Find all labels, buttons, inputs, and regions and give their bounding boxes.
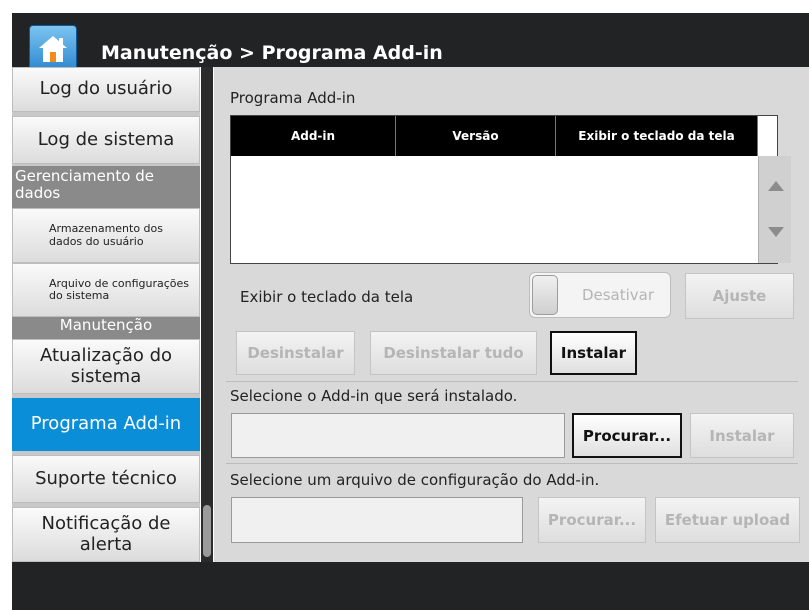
sidebar-item-label: Armazenamento dos dados do usuário bbox=[49, 222, 164, 248]
keyboard-setting-label: Exibir o teclado da tela bbox=[240, 288, 414, 306]
sidebar-section-data-management: Gerenciamento de dados bbox=[12, 166, 200, 208]
sidebar-scroll-thumb[interactable] bbox=[203, 505, 211, 557]
divider bbox=[226, 381, 798, 382]
adjust-button[interactable]: Ajuste bbox=[685, 273, 794, 319]
addin-table: Add-in Versão Exibir o teclado da tela bbox=[230, 115, 791, 264]
sidebar-item-user-data-storage[interactable]: Armazenamento dos dados do usuário bbox=[12, 208, 200, 263]
toggle-label: Desativar bbox=[581, 286, 655, 304]
section-title: Programa Add-in bbox=[230, 89, 356, 107]
keyboard-toggle[interactable]: Desativar bbox=[529, 272, 671, 318]
home-button[interactable] bbox=[29, 25, 77, 73]
arrow-up-icon bbox=[767, 181, 784, 191]
app-window: Manutenção > Programa Add-in Log do usuá… bbox=[0, 0, 809, 610]
title-bar: Manutenção > Programa Add-in bbox=[12, 13, 809, 73]
table-scrollbar[interactable] bbox=[758, 156, 791, 263]
sidebar-item-label: Suporte técnico bbox=[35, 467, 177, 489]
column-header-version: Versão bbox=[396, 116, 556, 156]
sidebar-scrollbar[interactable] bbox=[201, 67, 213, 562]
sidebar-item-label: Arquivo de configurações do sistema bbox=[49, 276, 190, 302]
sidebar-item-alert-notification[interactable]: Notificação de alerta bbox=[12, 507, 200, 562]
select-addin-label: Selecione o Add-in que será instalado. bbox=[230, 387, 518, 405]
upload-button[interactable]: Efetuar upload bbox=[655, 497, 800, 543]
arrow-down-icon bbox=[767, 227, 784, 237]
config-path-field[interactable] bbox=[231, 497, 523, 543]
browse-config-button[interactable]: Procurar... bbox=[538, 497, 646, 543]
table-header: Add-in Versão Exibir o teclado da tela bbox=[231, 116, 758, 156]
sidebar-item-technical-support[interactable]: Suporte técnico bbox=[12, 455, 200, 503]
sidebar-item-label: Atualização do sistema bbox=[39, 344, 173, 387]
home-icon bbox=[39, 36, 67, 62]
toggle-knob[interactable] bbox=[532, 275, 558, 315]
sidebar-item-addin-program[interactable]: Programa Add-in bbox=[12, 398, 200, 451]
uninstall-all-button[interactable]: Desinstalar tudo bbox=[370, 331, 537, 375]
install-button[interactable]: Instalar bbox=[550, 331, 637, 375]
scroll-up-button[interactable] bbox=[759, 162, 792, 210]
select-config-label: Selecione um arquivo de configuração do … bbox=[230, 471, 600, 489]
sidebar-item-label: Log do usuário bbox=[39, 78, 173, 100]
addin-path-field[interactable] bbox=[231, 413, 565, 458]
column-header-addin: Add-in bbox=[231, 116, 396, 156]
sidebar-section-label: Gerenciamento de dados bbox=[15, 167, 154, 202]
main-panel: Programa Add-in Add-in Versão Exibir o t… bbox=[214, 67, 809, 562]
sidebar-item-system-update[interactable]: Atualização do sistema bbox=[12, 339, 200, 394]
column-header-keyboard: Exibir o teclado da tela bbox=[556, 116, 758, 156]
sidebar-item-system-log[interactable]: Log de sistema bbox=[12, 116, 200, 164]
sidebar-item-label: Programa Add-in bbox=[30, 413, 182, 435]
divider bbox=[226, 463, 798, 464]
sidebar-item-label: Log de sistema bbox=[37, 128, 175, 150]
sidebar: Log do usuário Log de sistema Gerenciame… bbox=[12, 67, 200, 562]
sidebar-item-system-config-file[interactable]: Arquivo de configurações do sistema bbox=[12, 263, 200, 317]
sidebar-item-label: Notificação de alerta bbox=[41, 512, 171, 555]
sidebar-item-user-log[interactable]: Log do usuário bbox=[12, 67, 200, 112]
sidebar-section-label: Manutenção bbox=[59, 316, 153, 334]
browse-addin-button[interactable]: Procurar... bbox=[572, 413, 682, 458]
bottom-bar bbox=[12, 562, 809, 610]
scroll-down-button[interactable] bbox=[759, 208, 792, 256]
sidebar-section-maintenance: Manutenção bbox=[12, 317, 200, 339]
install-addin-button[interactable]: Instalar bbox=[690, 413, 794, 458]
page-title: Manutenção > Programa Add-in bbox=[101, 42, 443, 64]
uninstall-button[interactable]: Desinstalar bbox=[236, 331, 355, 375]
